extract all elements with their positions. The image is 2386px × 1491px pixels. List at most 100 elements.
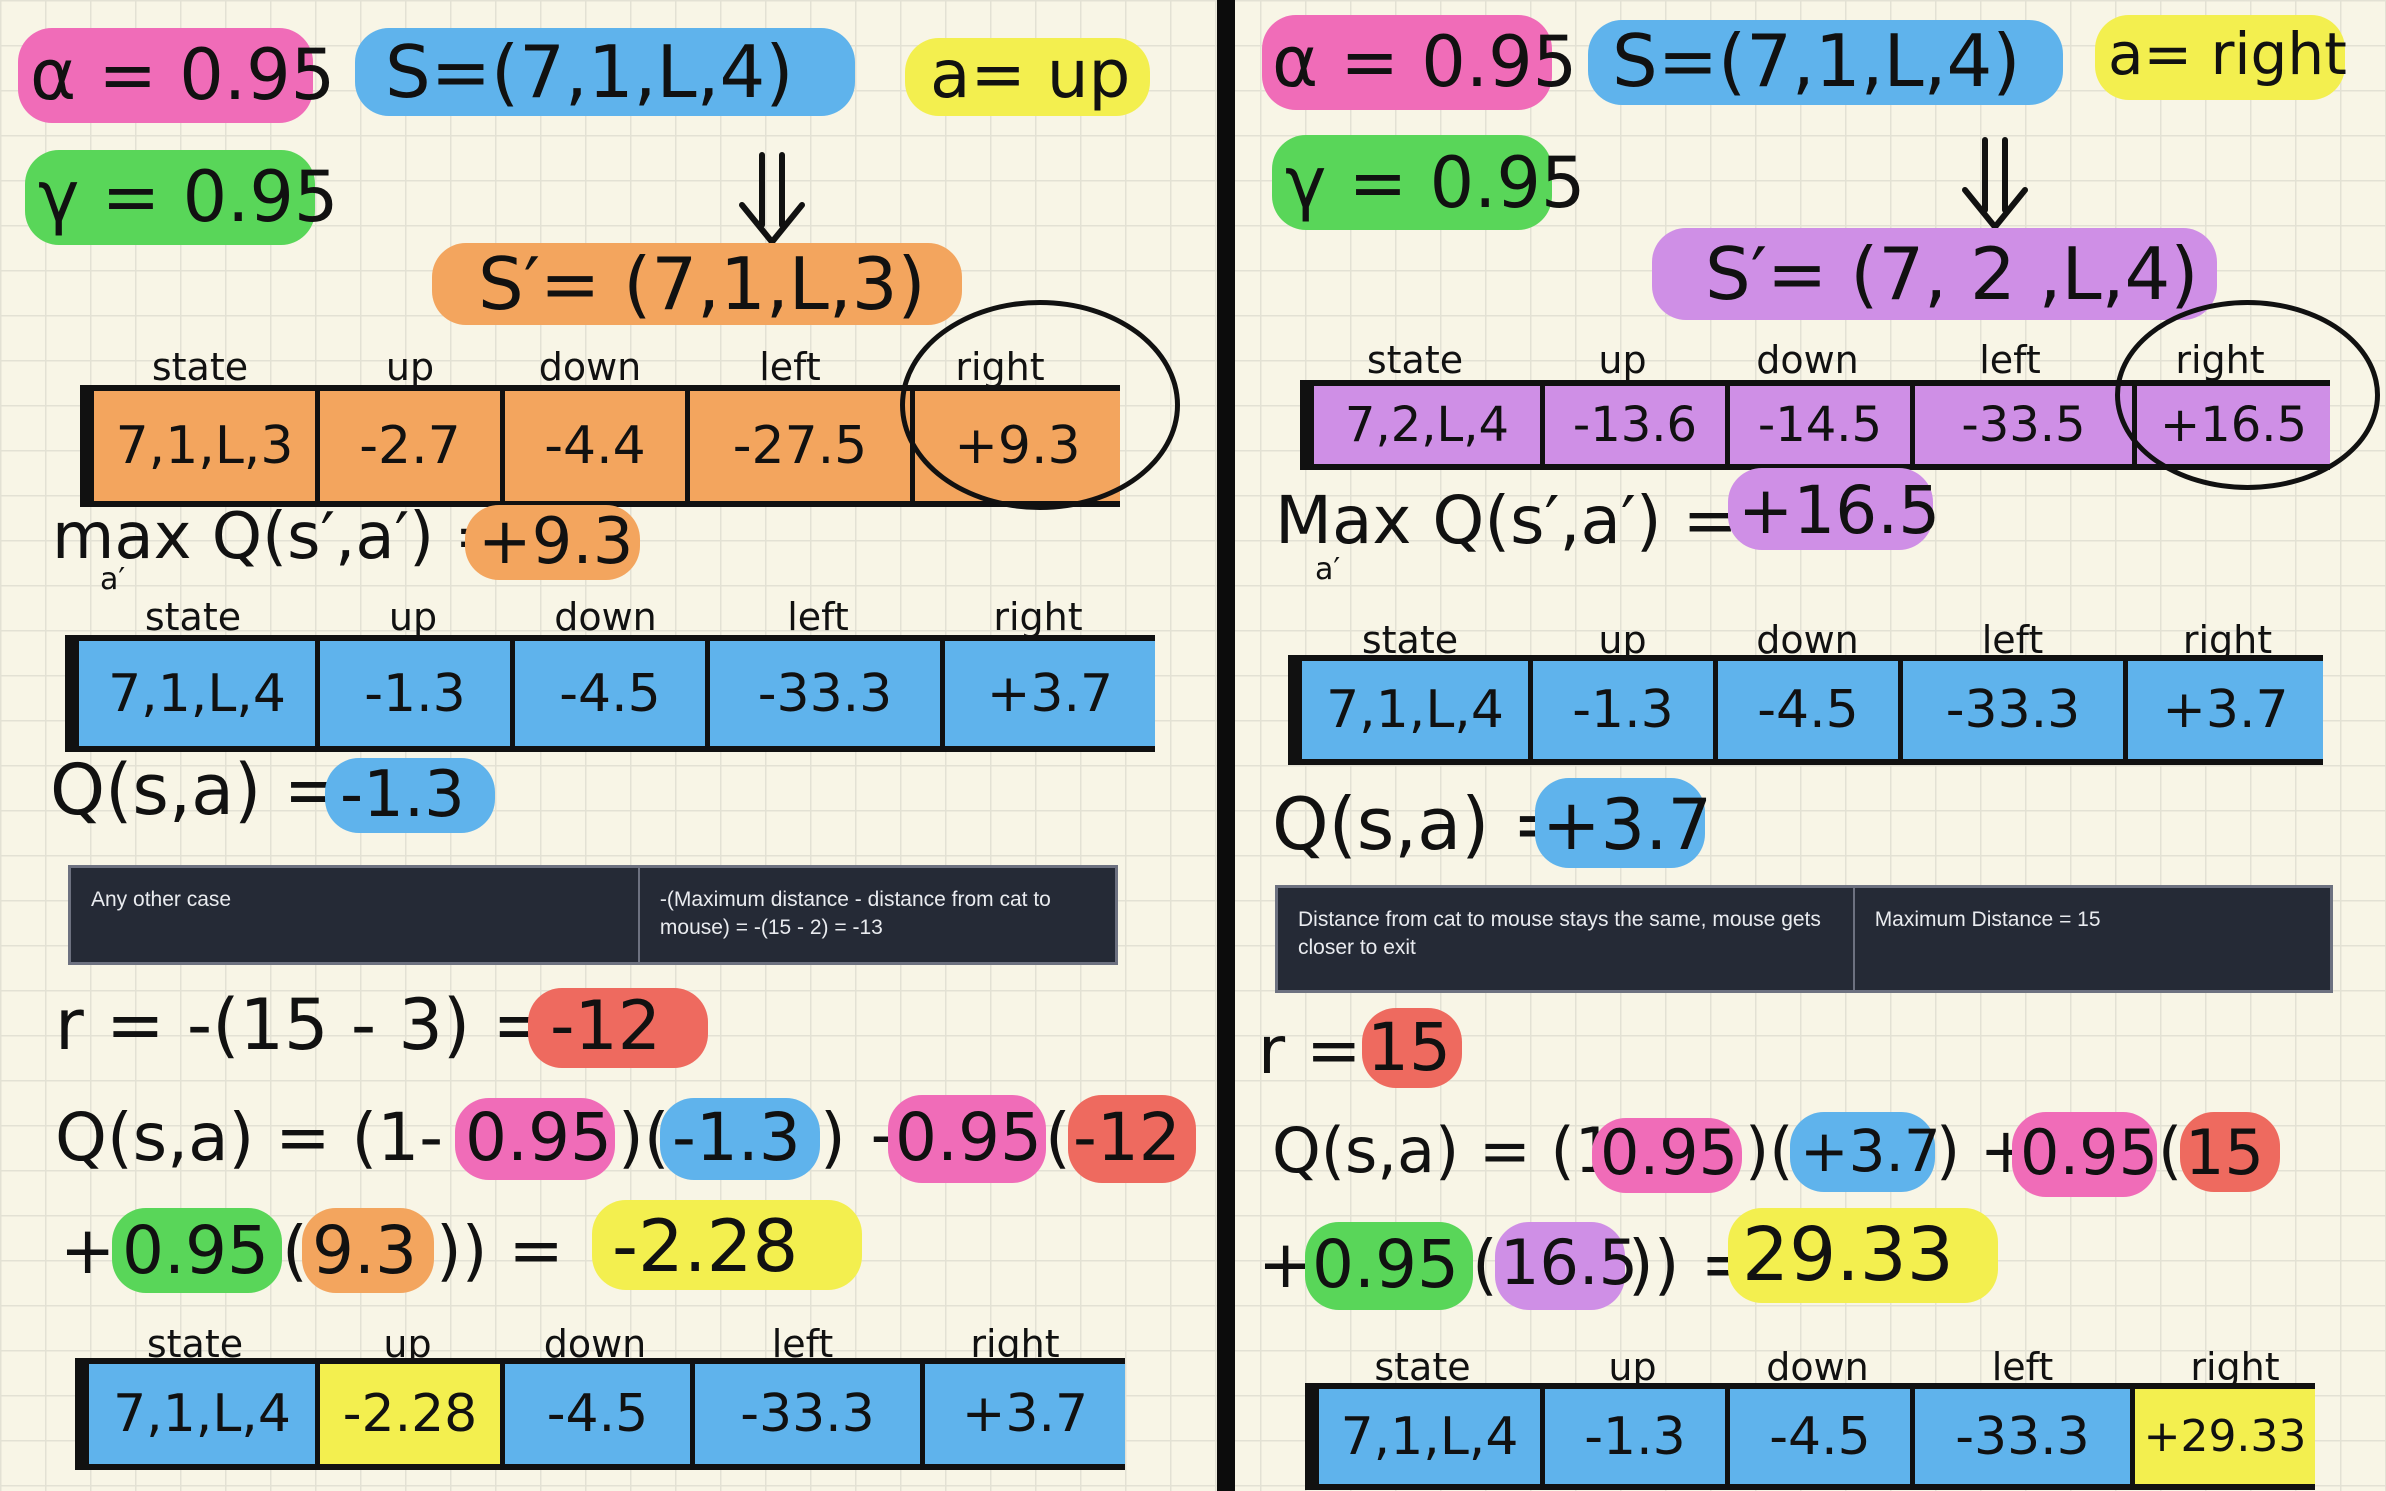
reward-value: 15 [1367, 1009, 1451, 1086]
cell-state: 7,1,L,4 [75, 1364, 320, 1464]
update-line1-a: Q(s,a) = (1- [55, 1099, 444, 1176]
update-r: -12 [1073, 1099, 1181, 1176]
cell-down: -4.5 [505, 1364, 695, 1464]
cell-left: -33.3 [1903, 661, 2128, 759]
cell-left: -33.3 [710, 641, 945, 746]
cell-right: +3.7 [961, 1384, 1089, 1444]
update-line1-d: ( [1045, 1099, 1071, 1176]
next-state-label: S′= (7,1,L,3) [478, 242, 926, 326]
reward-label: r = -(15 - 3) = [55, 984, 552, 1066]
header-left: left [1979, 338, 2041, 382]
cell-left: -33.5 [1915, 386, 2137, 464]
cell-state: 7,1,L,3 [80, 391, 320, 501]
max-q-label: max Q(s′,a′) = [52, 500, 509, 574]
alpha-label: α = 0.95 [30, 34, 336, 116]
update-alpha2: 0.95 [2020, 1116, 2159, 1189]
down-arrow-icon [739, 152, 805, 247]
state-label: S=(7,1,L,4) [1612, 19, 2021, 103]
q-label: Q(s,a) = [1272, 782, 1573, 866]
update-r: 15 [2185, 1116, 2264, 1189]
cell-state: 7,2,L,4 [1300, 386, 1545, 464]
max-circle [900, 300, 1180, 510]
update-line2-a: + [60, 1212, 116, 1289]
reward-table: Any other case -(Maximum distance - dist… [68, 865, 1118, 965]
cell-state: 7,1,L,4 [65, 641, 320, 746]
header-right: right [993, 595, 1083, 639]
reward-case: Any other case [91, 888, 232, 911]
cell-left: -33.3 [1915, 1389, 2135, 1484]
update-line2-c: )) = [436, 1212, 564, 1289]
cell-up: -1.3 [1545, 1389, 1730, 1484]
cell-left: -27.5 [690, 391, 915, 501]
current-state-table: 7,1,L,4 -1.3 -4.5 -33.3 +3.7 [65, 635, 1155, 752]
update-q: -1.3 [672, 1099, 801, 1176]
header-down: down [1756, 338, 1859, 382]
cell-right: +3.7 [986, 663, 1114, 724]
update-max: 9.3 [312, 1212, 417, 1289]
table-row: 7,1,L,4 -1.3 -4.5 -33.3 +3.7 [65, 641, 1155, 746]
max-circle [2115, 300, 2380, 490]
update-q: +3.7 [1800, 1117, 1941, 1185]
max-subscript: a′ [100, 562, 126, 597]
next-state-label: S′= (7, 2 ,L,4) [1705, 232, 2199, 316]
header-left: left [787, 595, 849, 639]
cell-down: -4.5 [515, 641, 710, 746]
cell-down: -14.5 [1730, 386, 1915, 464]
max-value: +16.5 [1738, 472, 1941, 549]
updated-table: 7,1,L,4 -2.28 -4.5 -33.3 +3.7 [75, 1358, 1125, 1470]
q-value: -1.3 [340, 758, 465, 832]
header-state: state [144, 595, 242, 639]
update-result: -2.28 [612, 1204, 799, 1288]
update-alpha: 0.95 [465, 1099, 612, 1176]
cell-up: -1.3 [1533, 661, 1718, 759]
cell-down: -4.5 [1730, 1389, 1915, 1484]
cell-left: -33.3 [695, 1364, 925, 1464]
cell-up: -13.6 [1545, 386, 1730, 464]
state-label: S=(7,1,L,4) [385, 30, 794, 114]
cell-down: -4.4 [505, 391, 690, 501]
reward-formula: -(Maximum distance - distance from cat t… [637, 868, 1115, 962]
q-value: +3.7 [1542, 784, 1712, 866]
alpha-label: α = 0.95 [1272, 21, 1578, 103]
gamma-label: γ = 0.95 [1285, 142, 1586, 224]
header-state: state [1366, 338, 1464, 382]
update-gamma: 0.95 [122, 1212, 269, 1289]
update-gamma: 0.95 [1312, 1226, 1459, 1303]
table-row: 7,1,L,4 -1.3 -4.5 -33.3 +3.7 [1288, 661, 2323, 759]
down-arrow-icon [1962, 137, 2028, 232]
reward-value: -12 [550, 987, 662, 1066]
updated-table: 7,1,L,4 -1.3 -4.5 -33.3 +29.33 [1305, 1383, 2315, 1490]
cell-down: -4.5 [1718, 661, 1903, 759]
update-max: 16.5 [1500, 1226, 1639, 1299]
reward-case: Distance from cat to mouse stays the sam… [1298, 908, 1821, 959]
cell-right: +3.7 [2162, 680, 2289, 740]
reward-label: r = [1258, 1012, 1362, 1089]
reward-formula: Maximum Distance = 15 [1852, 888, 2330, 990]
header-state: state [151, 345, 249, 389]
table-row: 7,1,L,4 -1.3 -4.5 -33.3 +29.33 [1305, 1389, 2315, 1484]
cell-up: -1.3 [320, 641, 515, 746]
header-down: down [554, 595, 657, 639]
cur-table-header: state up down left right [68, 595, 1143, 639]
table-row: 7,1,L,4 -2.28 -4.5 -33.3 +3.7 [75, 1364, 1125, 1464]
current-state-table: 7,1,L,4 -1.3 -4.5 -33.3 +3.7 [1288, 655, 2323, 765]
header-up: up [385, 345, 435, 389]
update-line1-d: ( [2158, 1114, 2183, 1187]
cell-up: -2.7 [320, 391, 505, 501]
gamma-label: γ = 0.95 [38, 156, 339, 238]
cell-up: -2.28 [320, 1364, 505, 1464]
cell-state: 7,1,L,4 [1288, 661, 1533, 759]
max-subscript: a′ [1315, 552, 1341, 587]
header-down: down [538, 345, 642, 389]
update-line1-b: )( [1745, 1114, 1794, 1187]
header-up: up [1598, 338, 1647, 382]
update-line1-a: Q(s,a) = (1- [1272, 1114, 1637, 1187]
header-up: up [388, 595, 438, 639]
panel-divider [1217, 0, 1235, 1491]
cell-right: +29.33 [2135, 1389, 2315, 1484]
cell-state: 7,1,L,4 [1305, 1389, 1545, 1484]
max-value: +9.3 [478, 505, 634, 579]
action-label: a= right [2108, 20, 2347, 88]
reward-table: Distance from cat to mouse stays the sam… [1275, 885, 2333, 993]
max-q-label: Max Q(s′,a′) = [1275, 482, 1738, 559]
